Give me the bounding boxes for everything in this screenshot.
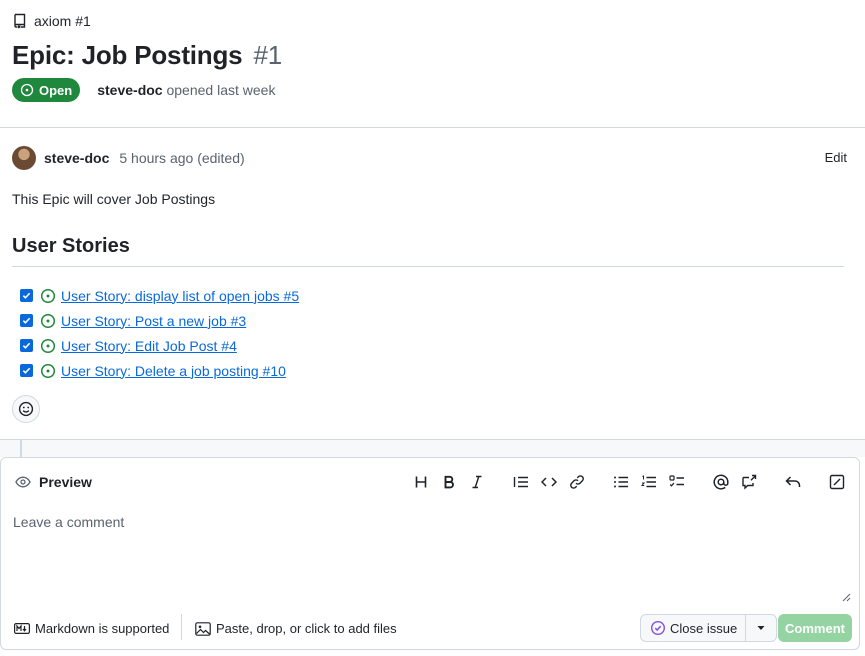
issue-state-row: Open steve-doc opened last week (12, 78, 275, 102)
task-item: User Story: Post a new job #3 (20, 308, 299, 333)
markdown-toolbar (1, 470, 861, 494)
comment-timestamp[interactable]: 5 hours ago (edited) (119, 150, 244, 166)
task-link[interactable]: User Story: Edit Job Post #4 (61, 338, 237, 354)
task-checkbox[interactable] (20, 364, 33, 377)
issue-opened-icon (40, 288, 56, 303)
opened-text: opened last week (166, 82, 276, 98)
check-icon (22, 342, 31, 349)
mention-icon[interactable] (709, 470, 733, 494)
task-checkbox[interactable] (20, 314, 33, 327)
issue-opened-icon (40, 363, 56, 378)
editor-footer: Markdown is supported Paste, drop, or cl… (1, 610, 859, 648)
issue-title-text: Epic: Job Postings (12, 40, 243, 70)
task-checkbox[interactable] (20, 339, 33, 352)
task-item: User Story: display list of open jobs #5 (20, 283, 299, 308)
comment-textarea[interactable]: Leave a comment (13, 514, 124, 530)
task-link[interactable]: User Story: Post a new job #3 (61, 313, 246, 329)
comment-editor: Preview Leave a comment Markdown is supp… (0, 457, 860, 650)
check-icon (22, 292, 31, 299)
comment-body-text: This Epic will cover Job Postings (12, 191, 216, 207)
task-checkbox[interactable] (20, 289, 33, 302)
smiley-icon (18, 401, 34, 417)
attach-files-label: Paste, drop, or click to add files (216, 621, 397, 636)
section-heading: User Stories (12, 235, 130, 257)
task-link[interactable]: User Story: Delete a job posting #10 (61, 363, 286, 379)
repo-breadcrumb-label: axiom #1 (34, 13, 91, 29)
repo-breadcrumb[interactable]: axiom #1 (12, 13, 91, 29)
saved-reply-icon[interactable] (781, 470, 805, 494)
markdown-hint-link[interactable]: Markdown is supported (14, 621, 169, 636)
close-issue-button-group: Close issue (640, 614, 778, 642)
timeline-line (20, 439, 22, 457)
comment-button[interactable]: Comment (778, 614, 852, 642)
resize-handle-icon[interactable] (841, 592, 851, 602)
task-link[interactable]: User Story: display list of open jobs #5 (61, 288, 299, 304)
add-reaction-button[interactable] (12, 395, 40, 423)
footer-divider (181, 614, 182, 640)
quote-icon[interactable] (509, 470, 533, 494)
issue-meta: steve-doc opened last week (97, 82, 275, 98)
header-divider (0, 127, 865, 128)
fullscreen-icon[interactable] (825, 470, 849, 494)
avatar[interactable] (12, 146, 36, 170)
status-badge-label: Open (39, 82, 73, 98)
issue-opened-icon (40, 338, 56, 353)
link-icon[interactable] (565, 470, 589, 494)
issue-opened-icon (20, 83, 34, 97)
issue-title: Epic: Job Postings #1 (12, 40, 282, 71)
task-item: User Story: Delete a job posting #10 (20, 358, 299, 383)
section-divider (12, 266, 844, 267)
edit-button[interactable]: Edit (825, 150, 847, 165)
timeline-band (0, 439, 865, 457)
task-list: User Story: display list of open jobs #5… (20, 283, 299, 383)
task-list-icon[interactable] (665, 470, 689, 494)
code-icon[interactable] (537, 470, 561, 494)
check-icon (22, 317, 31, 324)
issue-opened-icon (40, 313, 56, 328)
markdown-hint-label: Markdown is supported (35, 621, 170, 636)
close-issue-options-button[interactable] (746, 615, 776, 641)
issue-author-link[interactable]: steve-doc (97, 82, 162, 98)
comment-author[interactable]: steve-doc (44, 150, 109, 166)
issue-number: #1 (253, 40, 282, 70)
close-issue-label: Close issue (670, 620, 738, 636)
issue-closed-icon (650, 620, 666, 636)
ordered-list-icon[interactable] (637, 470, 661, 494)
italic-icon[interactable] (465, 470, 489, 494)
status-badge: Open (12, 78, 81, 102)
repo-icon (14, 13, 26, 29)
cross-reference-icon[interactable] (737, 470, 761, 494)
check-icon (22, 367, 31, 374)
close-issue-button[interactable]: Close issue (641, 615, 747, 641)
triangle-down-icon (757, 626, 765, 630)
image-icon (195, 621, 211, 636)
unordered-list-icon[interactable] (609, 470, 633, 494)
markdown-icon (14, 623, 30, 634)
heading-icon[interactable] (409, 470, 433, 494)
attach-files-area[interactable]: Paste, drop, or click to add files (195, 621, 397, 636)
bold-icon[interactable] (437, 470, 461, 494)
task-item: User Story: Edit Job Post #4 (20, 333, 299, 358)
comment-header: steve-doc 5 hours ago (edited) Edit (12, 146, 852, 170)
